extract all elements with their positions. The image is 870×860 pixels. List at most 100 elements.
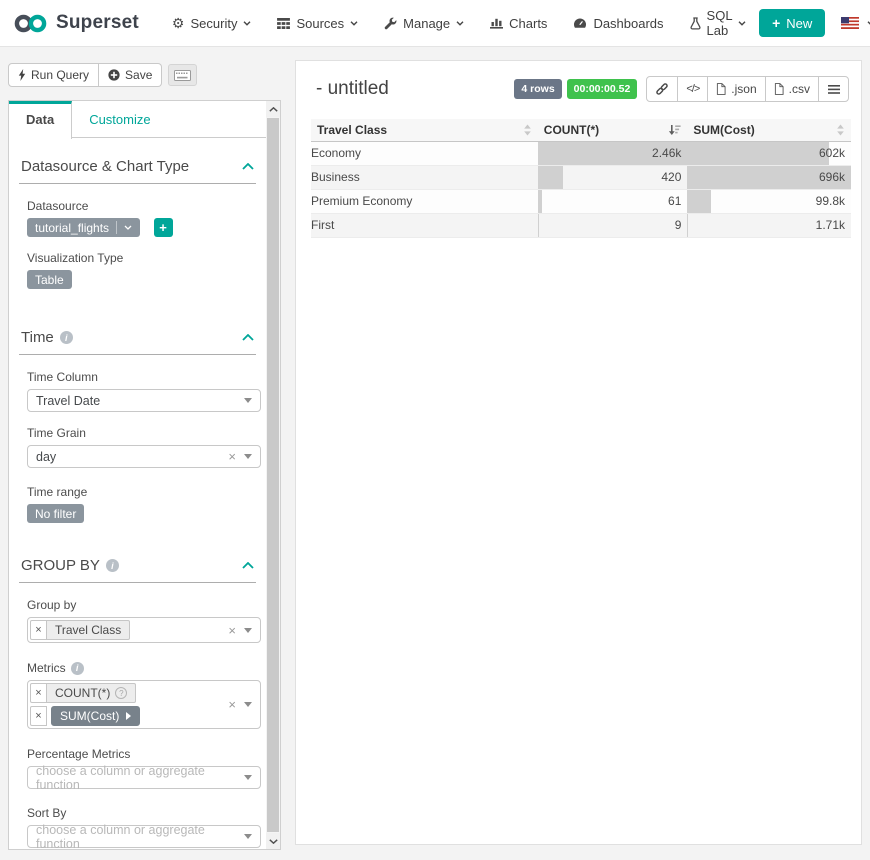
table-row[interactable]: Business 420 696k — [311, 165, 851, 189]
time-column-select[interactable]: Travel Date — [27, 389, 261, 412]
scrollbar-thumb[interactable] — [267, 118, 279, 832]
navbar-right: + New — [759, 9, 870, 37]
time-range-selector[interactable]: No filter — [27, 504, 84, 523]
chevron-down-icon — [456, 21, 464, 26]
viz-type-selector[interactable]: Table — [27, 270, 72, 289]
navbar: Superset ⚙ Security Sources Manage Char — [0, 0, 870, 47]
section-group-by[interactable]: GROUP BY i — [19, 557, 256, 574]
export-csv-label: .csv — [789, 82, 810, 96]
export-json-label: .json — [731, 82, 756, 96]
column-header-sum-cost[interactable]: SUM(Cost) — [687, 119, 851, 141]
cell-count: 420 — [538, 165, 688, 189]
remove-chip-button[interactable]: × — [30, 683, 47, 703]
cell-sum: 1.71k — [687, 213, 851, 237]
metric-count-chip-label[interactable]: COUNT(*) ? — [47, 683, 136, 703]
file-icon — [716, 83, 726, 95]
superset-logo[interactable]: Superset — [13, 12, 139, 34]
tab-customize[interactable]: Customize — [72, 101, 167, 137]
table-row[interactable]: Economy 2.46k 602k — [311, 141, 851, 165]
panel-scrollbar[interactable] — [266, 101, 280, 849]
caret-down-icon — [244, 702, 252, 707]
chip-divider — [116, 221, 117, 234]
control-panel-tabs: Data Customize — [9, 101, 266, 138]
column-header-count[interactable]: COUNT(*) — [538, 119, 688, 141]
cell-count: 9 — [538, 213, 688, 237]
datasource-value: tutorial_flights — [35, 221, 109, 235]
clear-icon[interactable]: × — [228, 624, 236, 637]
nav-sql-lab[interactable]: SQL Lab — [677, 0, 760, 47]
group-by-chip-label[interactable]: Travel Class — [47, 620, 130, 640]
chevron-down-icon — [350, 21, 358, 26]
query-timer-badge: 00:00:00.52 — [567, 79, 638, 99]
run-query-label: Run Query — [31, 68, 89, 82]
metric-chip-count: × COUNT(*) ? — [30, 683, 228, 703]
remove-chip-button[interactable]: × — [30, 706, 47, 726]
more-options-button[interactable] — [818, 76, 849, 102]
nav-manage[interactable]: Manage — [371, 0, 477, 47]
nav-security[interactable]: ⚙ Security — [159, 0, 265, 47]
dashboard-gauge-icon — [573, 17, 587, 29]
export-csv-button[interactable]: .csv — [765, 76, 819, 102]
sort-icon[interactable] — [836, 124, 845, 136]
scroll-up-button[interactable] — [266, 101, 280, 117]
keyboard-shortcuts-button[interactable] — [168, 64, 197, 86]
run-query-button[interactable]: Run Query — [8, 63, 99, 87]
percentage-metrics-select[interactable]: choose a column or aggregate function — [27, 766, 261, 789]
sort-icon[interactable] — [523, 124, 532, 136]
chevron-up-icon[interactable] — [242, 334, 254, 341]
metric-sum-chip-label[interactable]: SUM(Cost) — [51, 706, 140, 726]
table-row[interactable]: First 9 1.71k — [311, 213, 851, 237]
chevron-up-icon[interactable] — [242, 163, 254, 170]
caret-down-icon — [244, 775, 252, 780]
metrics-select[interactable]: × COUNT(*) ? × SUM(Cost) × — [27, 680, 261, 729]
section-datasource-chart-type[interactable]: Datasource & Chart Type — [19, 158, 256, 175]
scroll-down-button[interactable] — [266, 833, 280, 849]
info-icon: i — [60, 331, 73, 344]
clear-icon[interactable]: × — [228, 450, 236, 463]
chart-title[interactable]: - untitled — [316, 78, 514, 100]
cell-travel-class: Economy — [311, 141, 538, 165]
time-grain-label: Time Grain — [27, 426, 256, 440]
time-grain-select[interactable]: day × — [27, 445, 261, 468]
main-menu: ⚙ Security Sources Manage Charts — [159, 0, 759, 47]
sort-desc-icon[interactable] — [668, 124, 681, 136]
nav-sources-label: Sources — [296, 16, 344, 31]
language-selector[interactable] — [841, 17, 870, 29]
nav-dashboards[interactable]: Dashboards — [560, 0, 676, 47]
add-datasource-button[interactable]: + — [154, 218, 173, 237]
bolt-icon — [18, 69, 26, 81]
save-button[interactable]: Save — [99, 63, 162, 87]
section-time[interactable]: Time i — [19, 329, 256, 346]
section-title: Time — [21, 329, 54, 346]
nav-charts[interactable]: Charts — [477, 0, 560, 47]
table-visualization: Travel Class COUNT(*) — [311, 119, 851, 238]
clear-icon[interactable]: × — [228, 698, 236, 711]
chevron-up-icon[interactable] — [242, 562, 254, 569]
view-query-button[interactable]: </> — [677, 76, 708, 102]
nav-charts-label: Charts — [509, 16, 547, 31]
plus-icon: + — [159, 220, 167, 235]
datasource-selector[interactable]: tutorial_flights — [27, 218, 140, 237]
caret-down-icon — [244, 454, 252, 459]
cell-sum: 99.8k — [687, 189, 851, 213]
hamburger-icon — [828, 85, 840, 94]
nav-sources[interactable]: Sources — [264, 0, 371, 47]
tab-data[interactable]: Data — [9, 101, 72, 139]
nav-dashboards-label: Dashboards — [593, 16, 663, 31]
caret-down-icon — [244, 398, 252, 403]
column-header-travel-class[interactable]: Travel Class — [311, 119, 538, 141]
caret-down-icon — [244, 834, 252, 839]
group-by-select[interactable]: × Travel Class × — [27, 617, 261, 643]
new-button[interactable]: + New — [759, 9, 825, 37]
sort-by-select[interactable]: choose a column or aggregate function — [27, 825, 261, 848]
section-title: Datasource & Chart Type — [21, 158, 189, 175]
table-row[interactable]: Premium Economy 61 99.8k — [311, 189, 851, 213]
brand-name: Superset — [56, 12, 139, 34]
tab-customize-label: Customize — [89, 112, 150, 127]
keyboard-icon — [174, 70, 191, 81]
percentage-metrics-label: Percentage Metrics — [27, 747, 256, 761]
nav-security-label: Security — [190, 16, 237, 31]
export-json-button[interactable]: .json — [707, 76, 765, 102]
remove-chip-button[interactable]: × — [30, 620, 47, 640]
share-link-button[interactable] — [646, 76, 678, 102]
